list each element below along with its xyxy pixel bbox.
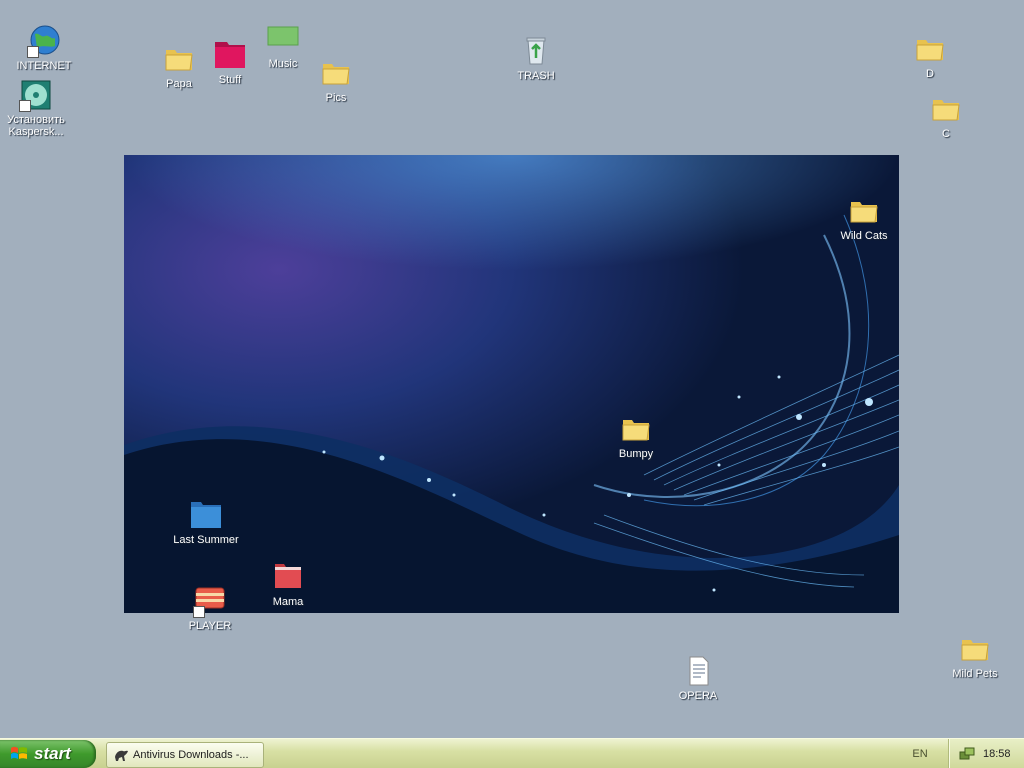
- mama-folder[interactable]: Mama: [250, 560, 326, 608]
- folder-icon: [266, 22, 300, 56]
- taskbar-window-button[interactable]: Antivirus Downloads -...: [106, 742, 264, 768]
- icon-label: Stuff: [218, 74, 242, 86]
- folder-icon: [213, 38, 247, 72]
- d-folder[interactable]: D: [892, 32, 968, 80]
- recycle-bin-icon: [519, 34, 553, 68]
- media-player-icon: [193, 584, 227, 618]
- icon-label: INTERNET: [16, 60, 72, 72]
- folder-icon: [913, 32, 947, 66]
- wild-cats-folder[interactable]: Wild Cats: [826, 194, 902, 242]
- folder-icon: [619, 412, 653, 446]
- pics-folder[interactable]: Pics: [298, 56, 374, 104]
- taskbar-window-label: Antivirus Downloads -...: [133, 749, 249, 761]
- shortcut-arrow-icon: [19, 100, 31, 112]
- icon-label: Pics: [325, 92, 347, 104]
- install-kaspersky-shortcut[interactable]: Установить Kaspersk...: [0, 78, 74, 138]
- icon-label: PLAYER: [188, 620, 232, 632]
- cd-installer-icon: [19, 78, 53, 112]
- text-document-icon: [681, 654, 715, 688]
- icon-label: TRASH: [517, 70, 555, 82]
- opera-document[interactable]: OPERA: [660, 654, 736, 702]
- shortcut-arrow-icon: [193, 606, 205, 618]
- icon-label: Установить Kaspersk...: [7, 114, 65, 138]
- trash-bin[interactable]: TRASH: [498, 34, 574, 82]
- folder-icon: [189, 498, 223, 532]
- folder-icon: [271, 560, 305, 594]
- icon-label: Bumpy: [618, 448, 654, 460]
- folder-icon: [319, 56, 353, 90]
- system-tray: 18:58: [948, 739, 1024, 768]
- shortcut-arrow-icon: [27, 46, 39, 58]
- antivirus-window-icon: [115, 750, 128, 761]
- language-indicator[interactable]: EN: [908, 744, 932, 764]
- windows-logo-icon: [11, 746, 27, 759]
- icon-label: Last Summer: [173, 534, 239, 546]
- bumpy-folder[interactable]: Bumpy: [598, 412, 674, 460]
- desktop[interactable]: INTERNET Установить Kaspersk... Papa Stu…: [0, 0, 1024, 738]
- folder-icon: [847, 194, 881, 228]
- icon-label: C: [942, 128, 950, 140]
- clock[interactable]: 18:58: [983, 739, 1011, 768]
- icon-label: Wild Cats: [840, 230, 888, 242]
- folder-icon: [929, 92, 963, 126]
- globe-icon: [27, 24, 61, 58]
- icon-label: D: [926, 68, 934, 80]
- start-button[interactable]: start: [0, 740, 96, 768]
- internet-shortcut[interactable]: INTERNET: [6, 24, 82, 72]
- c-folder[interactable]: C: [908, 92, 984, 140]
- icon-label: Mama: [272, 596, 304, 608]
- last-summer-folder[interactable]: Last Summer: [168, 498, 244, 546]
- folder-icon: [162, 42, 196, 76]
- network-tray-icon[interactable]: [959, 746, 975, 762]
- folder-icon: [958, 632, 992, 666]
- mild-pets-folder[interactable]: Mild Pets: [937, 632, 1013, 680]
- start-label: start: [34, 744, 71, 763]
- icon-label: OPERA: [678, 690, 718, 702]
- player-shortcut[interactable]: PLAYER: [172, 584, 248, 632]
- taskbar: start Antivirus Downloads -... EN 18:58: [0, 738, 1024, 768]
- icon-label: Mild Pets: [952, 668, 998, 680]
